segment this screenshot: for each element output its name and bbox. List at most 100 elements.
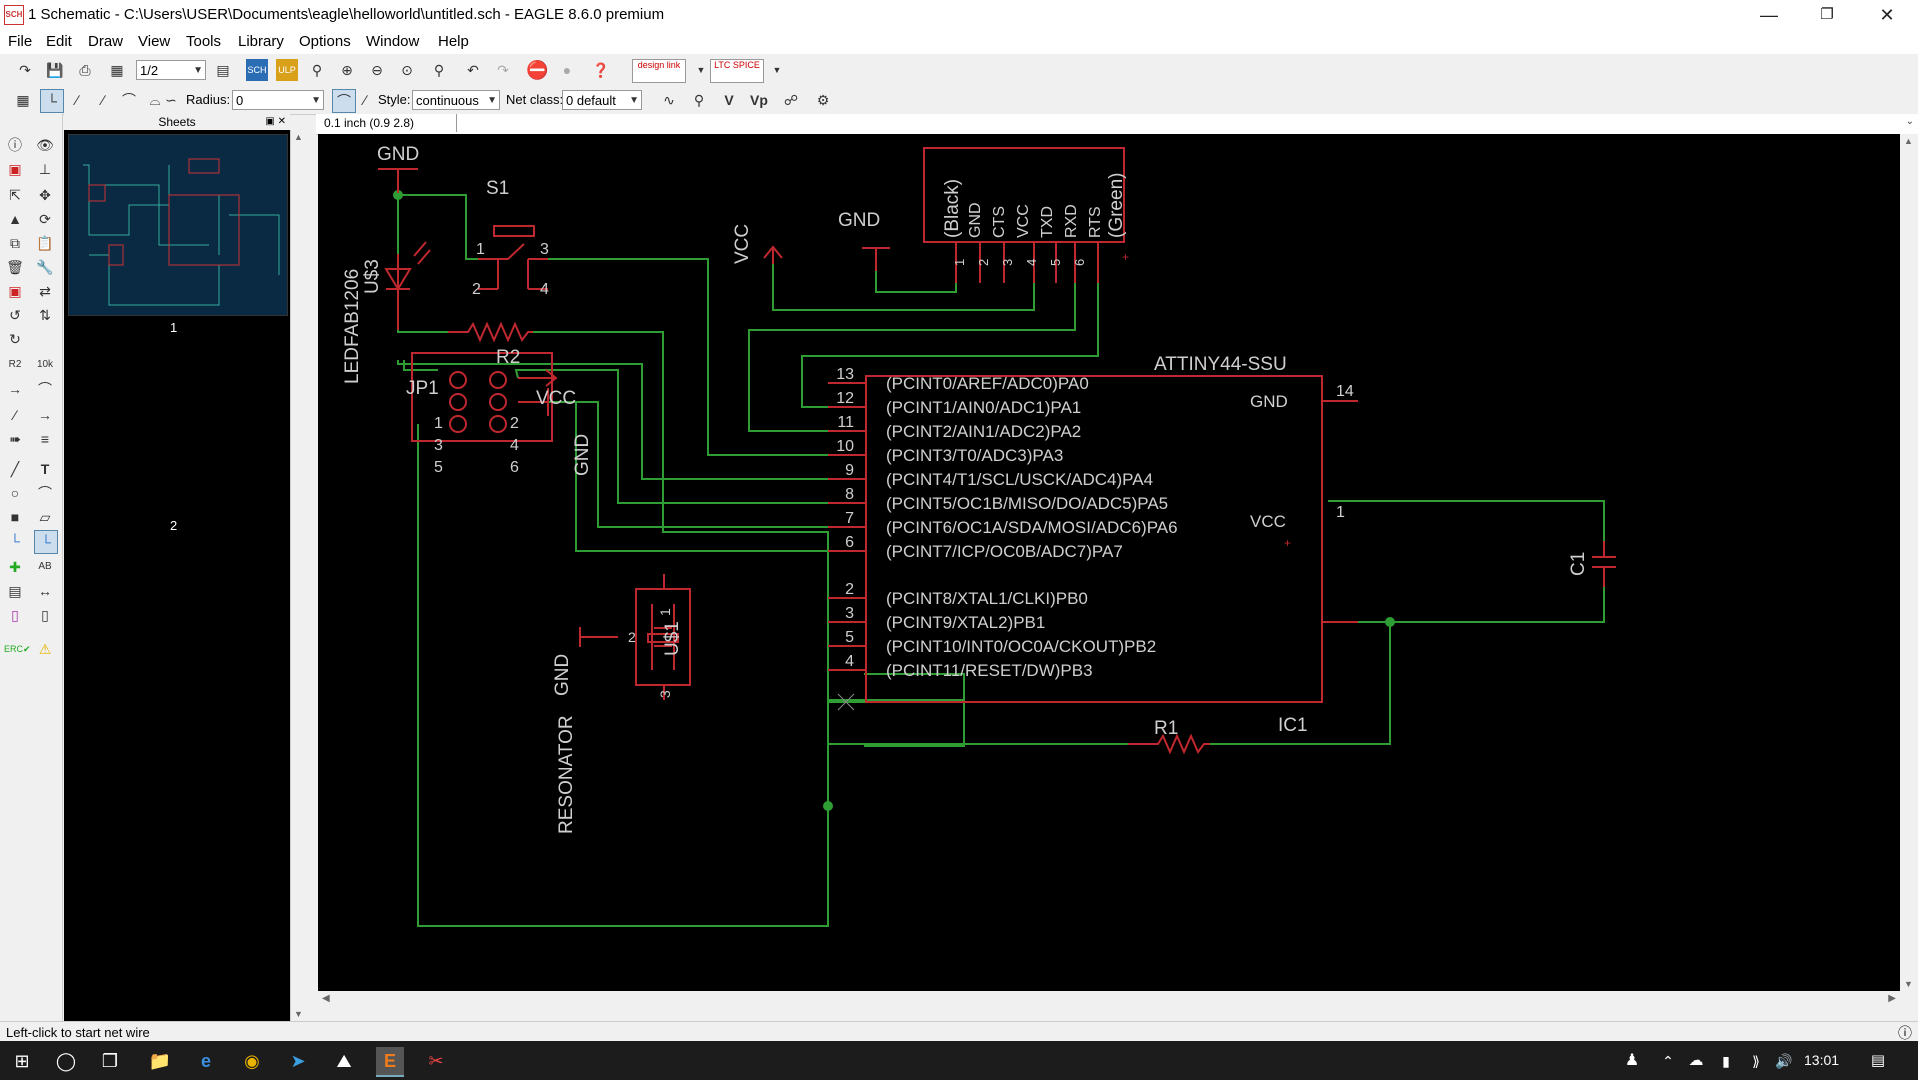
sheets-icon[interactable]: ▤ (212, 59, 234, 81)
settings-icon[interactable]: ⚙ (812, 89, 834, 111)
stop-icon[interactable]: ⛔ (526, 59, 548, 81)
panel-close-icon[interactable]: ▣ ✕ (265, 114, 286, 130)
notification-icon[interactable]: ▤ (1864, 1047, 1892, 1075)
start-icon[interactable]: ⊞ (8, 1047, 36, 1075)
name-icon[interactable]: R2 (4, 354, 26, 376)
eye-icon[interactable]: 👁 (34, 134, 56, 156)
attribute-icon[interactable]: ▤ (4, 580, 26, 602)
bus-icon[interactable]: └ (4, 530, 26, 552)
vscroll-up-icon[interactable]: ▲ (1904, 136, 1913, 146)
rectangle-icon[interactable]: ■ (4, 506, 26, 528)
info-icon[interactable]: ⓘ (4, 134, 26, 156)
grid-icon[interactable]: ▦ (12, 89, 34, 111)
people-icon[interactable]: ♟ (1618, 1047, 1646, 1075)
sheets-scrollbar[interactable]: ▲ ▼ (290, 130, 307, 1021)
zoom-in-icon[interactable]: ⊕ (336, 59, 358, 81)
label-icon[interactable]: AB (34, 556, 56, 578)
undo-icon[interactable]: ↶ (462, 59, 484, 81)
file-explorer-icon[interactable]: 📁 (146, 1047, 174, 1075)
photos-icon[interactable]: ⛰ (330, 1047, 358, 1075)
sch-icon[interactable]: SCH (246, 59, 268, 81)
onedrive-icon[interactable]: ☁ (1682, 1047, 1710, 1075)
sheet-number-2[interactable]: 2 (170, 518, 177, 533)
round-corner-icon[interactable]: ⌒ (332, 89, 356, 113)
cam-icon[interactable]: ▦ (106, 59, 128, 81)
spice-dropdown-icon[interactable]: ▼ (766, 59, 788, 81)
rotate-icon[interactable]: ⟳ (34, 208, 56, 230)
replace-icon[interactable]: ⇄ (34, 280, 56, 302)
ulp-icon[interactable]: ULP (276, 59, 298, 81)
scroll-down-icon[interactable]: ▼ (294, 1009, 303, 1019)
split-icon[interactable]: ∕ (4, 404, 26, 426)
polygon-icon[interactable]: ▱ (34, 506, 56, 528)
net-tool-icon[interactable]: └ (34, 530, 58, 554)
optimize-icon[interactable]: → (34, 404, 56, 426)
erc-icon[interactable]: ERC✔ (4, 638, 31, 660)
zoom-fit-icon[interactable]: ⚲ (306, 59, 328, 81)
copy-icon[interactable]: ⧉ (4, 232, 26, 254)
command-line[interactable]: 0.1 inch (0.9 2.8) ⌄ (316, 114, 1918, 135)
mirror-icon[interactable]: ▲ (4, 208, 26, 230)
netclass-select[interactable]: 0 default ▼ (562, 90, 642, 110)
gate-swap-icon[interactable]: ↻ (4, 328, 26, 350)
menu-library[interactable]: Library (238, 33, 284, 50)
pinswap-icon[interactable]: Vp (748, 89, 770, 111)
tray-chevron-icon[interactable]: ⌃ (1654, 1047, 1682, 1075)
scroll-up-icon[interactable]: ▲ (294, 132, 303, 142)
task-view-icon[interactable]: ❐ (96, 1047, 124, 1075)
menu-edit[interactable]: Edit (46, 33, 72, 50)
chrome-icon[interactable]: ◉ (238, 1047, 266, 1075)
design-link-button[interactable]: design link (632, 59, 686, 83)
airwire-icon[interactable]: ∿ (658, 89, 680, 111)
menu-file[interactable]: File (8, 33, 32, 50)
go-icon[interactable]: ● (556, 59, 578, 81)
canvas-vertical-scrollbar[interactable]: ▲ ▼ (1900, 134, 1918, 991)
status-info-icon[interactable]: ⓘ (1898, 1023, 1912, 1043)
menu-help[interactable]: Help (438, 33, 469, 50)
radius-input[interactable]: 0 ▼ (232, 90, 324, 110)
value-tool-icon[interactable]: 10k (34, 354, 56, 376)
telegram-icon[interactable]: ➤ (284, 1047, 312, 1075)
menu-view[interactable]: View (138, 33, 170, 50)
invoke-icon[interactable]: ↺ (4, 304, 26, 326)
wifi-icon[interactable]: ⟫ (1742, 1047, 1770, 1075)
paste-icon[interactable]: 📋 (34, 232, 56, 254)
style-select[interactable]: continuous ▼ (412, 90, 500, 110)
wire-bend-2-icon[interactable]: ∕ (92, 89, 114, 111)
zoom-redraw-icon[interactable]: ⊙ (396, 59, 418, 81)
vscroll-down-icon[interactable]: ▼ (1904, 979, 1913, 989)
command-input[interactable] (458, 114, 1898, 132)
search-icon[interactable]: ◯ (52, 1047, 80, 1075)
ltc-spice-button[interactable]: LTC SPICE (710, 59, 764, 83)
design-link-dropdown-icon[interactable]: ▼ (690, 59, 712, 81)
clock[interactable]: 13:01 (1804, 1052, 1839, 1068)
sheet-number-1[interactable]: 1 (170, 320, 177, 335)
bus-tool-icon[interactable]: ≡ (34, 428, 56, 450)
battery-icon[interactable]: ▮ (1712, 1047, 1740, 1075)
miter-tool-icon[interactable]: ⌒ (34, 378, 56, 400)
close-icon[interactable]: ✕ (1864, 0, 1910, 30)
wire-bend-3-icon[interactable]: ⌒ (118, 89, 140, 111)
sheet-thumbnail-1[interactable] (68, 134, 288, 316)
value-icon[interactable]: V (718, 89, 740, 111)
menu-tools[interactable]: Tools (186, 33, 221, 50)
restore-icon[interactable]: ❐ (1804, 0, 1850, 30)
save-icon[interactable]: 💾 (44, 59, 66, 81)
menu-window[interactable]: Window (366, 33, 419, 50)
module-icon[interactable]: ▯ (34, 604, 56, 626)
mark-icon[interactable]: ⊥ (34, 158, 56, 180)
help-icon[interactable]: ❓ (590, 59, 612, 81)
hscroll-right-icon[interactable]: ▶ (1888, 993, 1896, 1004)
smash-icon[interactable]: → (4, 378, 26, 400)
sheet-select[interactable]: 1/2 ▼ (136, 60, 206, 80)
warning-icon[interactable]: ⚠ (34, 638, 56, 660)
zoom-area-icon[interactable]: ⚲ (428, 59, 450, 81)
snipping-icon[interactable]: ✂ (422, 1047, 450, 1075)
add-part-icon[interactable]: ▣ (4, 280, 26, 302)
menu-options[interactable]: Options (299, 33, 351, 50)
swap-icon[interactable]: ⇅ (34, 304, 56, 326)
redo-icon[interactable]: ↷ (492, 59, 514, 81)
wrench-icon[interactable]: 🔧 (34, 256, 56, 278)
wire-bend-5-icon[interactable]: ∽ (160, 89, 182, 111)
move-icon[interactable]: ✥ (34, 184, 56, 206)
